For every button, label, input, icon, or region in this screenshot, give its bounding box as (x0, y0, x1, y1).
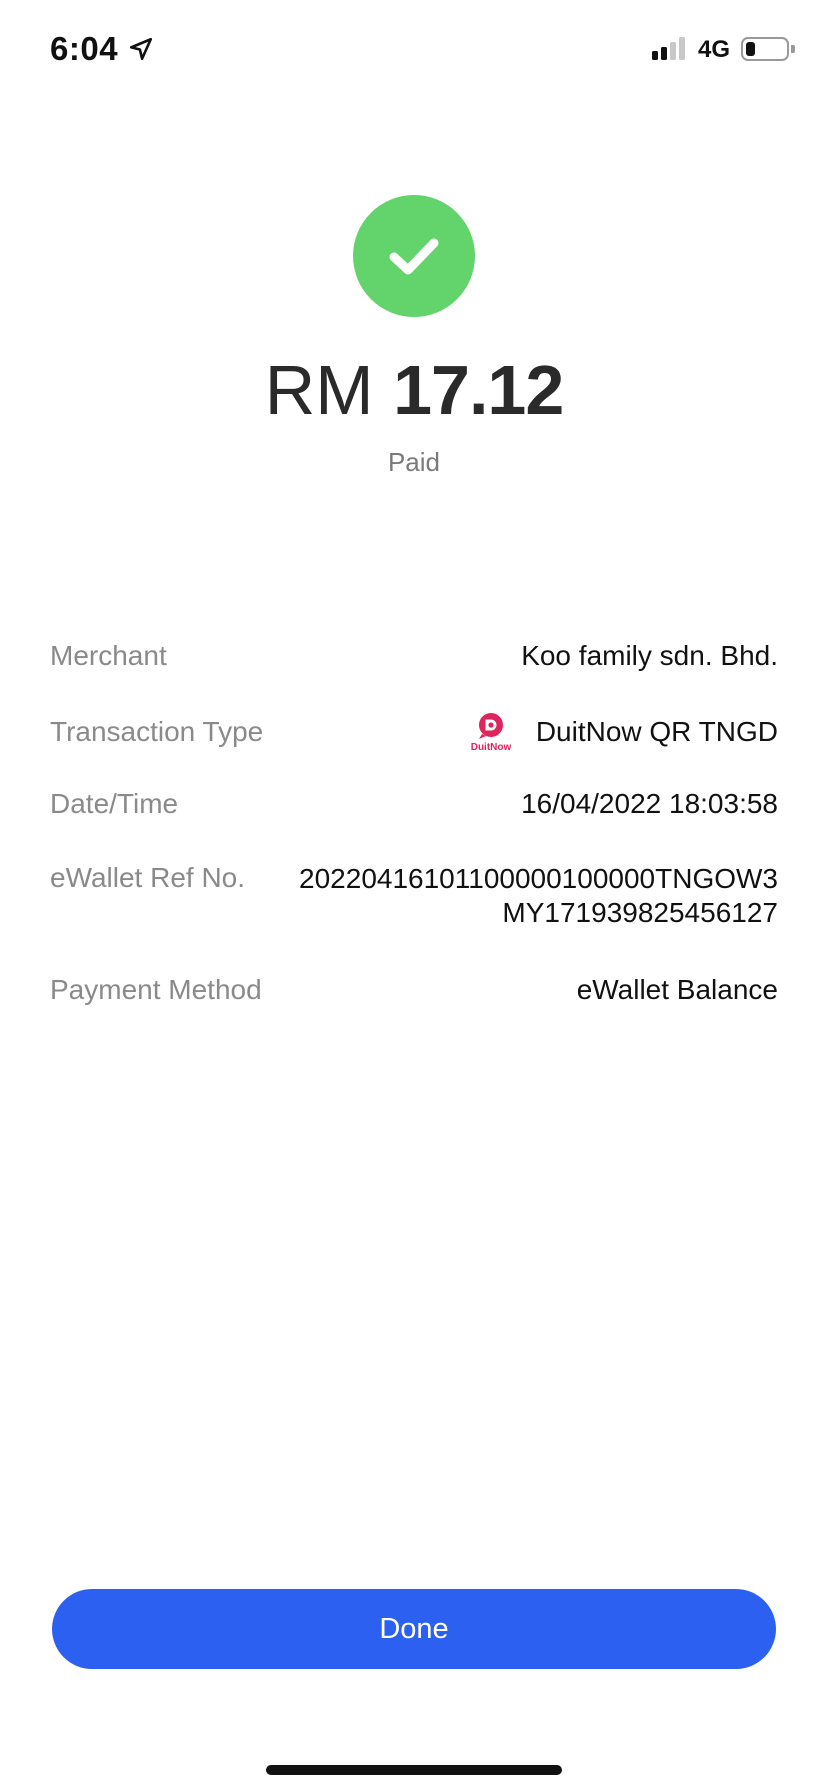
duitnow-logo-text: DuitNow (471, 742, 512, 752)
time-text: 6:04 (50, 30, 119, 67)
ref-no-line1: 20220416101100000100000TNGOW3 (299, 863, 778, 894)
ref-no-value: 20220416101100000100000TNGOW3 MY17193982… (299, 862, 778, 930)
checkmark-circle-icon (353, 195, 475, 317)
detail-row-merchant: Merchant Koo family sdn. Bhd. (50, 640, 778, 672)
ref-no-line2: MY171939825456127 (502, 897, 778, 928)
merchant-value: Koo family sdn. Bhd. (521, 640, 778, 671)
payment-method-value: eWallet Balance (576, 974, 778, 1005)
detail-row-payment-method: Payment Method eWallet Balance (50, 974, 778, 1006)
status-bar: 6:04 4G (0, 0, 828, 100)
transaction-type-label: Transaction Type (50, 716, 264, 747)
status-time: 6:04 (50, 30, 154, 68)
payment-method-label: Payment Method (50, 974, 262, 1005)
location-arrow-icon (130, 37, 153, 61)
battery-icon (741, 37, 789, 61)
amount-value: 17.12 (393, 351, 564, 429)
transaction-type-value: DuitNow QR TNGD (535, 716, 778, 747)
done-button[interactable]: Done (52, 1589, 776, 1669)
datetime-label: Date/Time (50, 788, 179, 819)
amount-currency: RM (264, 351, 374, 429)
ref-no-label: eWallet Ref No. (50, 862, 246, 893)
home-indicator[interactable] (266, 1765, 562, 1775)
payment-receipt-screen: 6:04 4G RM 17.12 Paid Merchant Koo famil… (0, 0, 828, 1792)
cellular-signal-icon (652, 36, 685, 60)
transaction-type-value-group: DuitNow DuitNow QR TNGD (468, 712, 778, 753)
duitnow-logo-icon: DuitNow (468, 712, 514, 753)
payment-amount: RM 17.12 (0, 350, 828, 430)
merchant-label: Merchant (50, 640, 167, 671)
datetime-value: 16/04/2022 18:03:58 (521, 788, 778, 819)
checkmark-icon (389, 238, 439, 275)
payment-status-text: Paid (387, 447, 441, 477)
detail-row-transaction-type: Transaction Type DuitNow DuitNow QR TNGD (50, 712, 778, 753)
detail-row-datetime: Date/Time 16/04/2022 18:03:58 (50, 788, 778, 820)
detail-row-ref-no: eWallet Ref No. 20220416101100000100000T… (50, 862, 778, 930)
battery-tip (791, 45, 795, 53)
network-type: 4G (698, 36, 731, 63)
battery-level (746, 42, 755, 56)
